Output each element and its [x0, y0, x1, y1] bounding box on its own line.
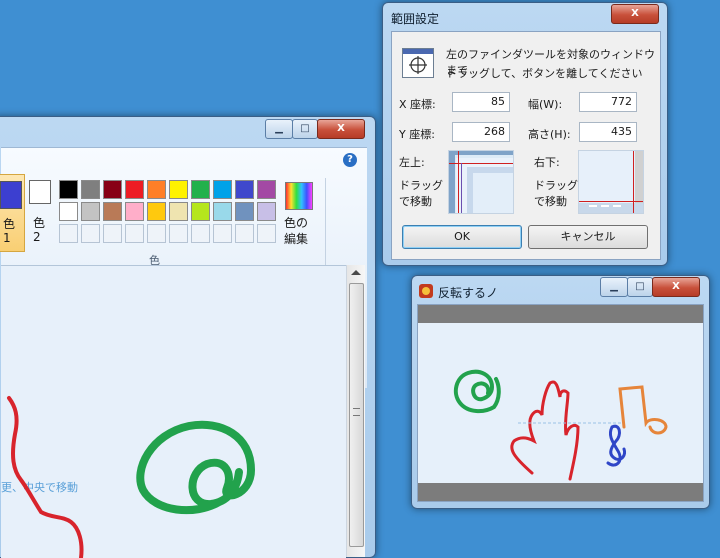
palette-color-swatch[interactable] — [191, 202, 210, 221]
flip-window-title: 反転するノ — [438, 286, 499, 300]
x-coordinate-label: X 座標: — [399, 98, 436, 111]
flip-maximize-button[interactable]: □ — [627, 277, 653, 297]
palette-color-swatch[interactable] — [59, 180, 78, 199]
color2-swatch — [29, 180, 51, 204]
custom-color-slot[interactable] — [147, 224, 166, 243]
flip-app-icon — [419, 284, 433, 298]
palette-color-swatch[interactable] — [213, 180, 232, 199]
palette-color-swatch[interactable] — [81, 202, 100, 221]
palette-color-swatch[interactable] — [235, 180, 254, 199]
width-label: 幅(W): — [528, 98, 563, 111]
instruction-line2: ドラッグして、ボタンを離してください — [446, 67, 643, 80]
flip-minimize-button[interactable]: ▁ — [600, 277, 628, 297]
top-left-drag-line2: で移動 — [399, 195, 432, 208]
palette-color-swatch[interactable] — [103, 180, 122, 199]
edit-colors-button[interactable]: 色の 編集 — [281, 180, 317, 252]
scroll-thumb[interactable] — [349, 283, 364, 547]
palette-color-swatch[interactable] — [257, 180, 276, 199]
flip-preview-window: 反転するノ ▁ □ X — [411, 275, 710, 509]
palette-color-swatch[interactable] — [213, 202, 232, 221]
palette-color-swatch[interactable] — [169, 180, 188, 199]
scroll-grip-icon — [353, 408, 360, 416]
palette-color-swatch[interactable] — [191, 180, 210, 199]
ok-button[interactable]: OK — [402, 225, 522, 249]
top-left-frame-corner — [449, 151, 513, 213]
top-left-label: 左上: — [399, 156, 425, 169]
edit-colors-label-line1: 色の — [284, 216, 309, 230]
top-left-preview[interactable] — [448, 150, 514, 214]
x-coordinate-input[interactable]: 85 — [452, 92, 510, 112]
flipped-red-hand — [510, 380, 580, 481]
flipped-drawing — [453, 369, 668, 481]
scroll-up-arrow-icon[interactable] — [351, 270, 361, 275]
palette-color-swatch[interactable] — [257, 202, 276, 221]
finder-tool-icon[interactable] — [402, 48, 434, 78]
flip-bottom-bar — [418, 483, 703, 501]
bottom-right-drag-line2: で移動 — [534, 195, 567, 208]
y-coordinate-label: Y 座標: — [399, 128, 435, 141]
color1-number: 1 — [3, 231, 11, 245]
flipped-blue-clef — [606, 424, 626, 467]
custom-color-slot[interactable] — [169, 224, 188, 243]
paint-maximize-button[interactable]: □ — [292, 119, 318, 139]
paint-vertical-scrollbar[interactable] — [346, 265, 365, 557]
bottom-right-preview[interactable] — [578, 150, 644, 214]
palette-color-swatch[interactable] — [147, 180, 166, 199]
dialog-title: 範囲設定 — [391, 12, 440, 26]
paint-minimize-button[interactable]: ▁ — [265, 119, 293, 139]
paint-window: ▁ □ X ? 色 1 色 2 色の 編集 色 更、中央で移動 — [0, 116, 376, 558]
dialog-close-button[interactable]: X — [611, 4, 659, 24]
palette-color-swatch[interactable] — [169, 202, 188, 221]
flip-canvas — [417, 304, 704, 502]
color1-selector[interactable]: 色 1 — [0, 174, 25, 252]
palette-color-swatch[interactable] — [235, 202, 254, 221]
paint-canvas[interactable]: 更、中央で移動 — [1, 265, 346, 558]
height-label: 高さ(H): — [528, 128, 571, 141]
color-spectrum-icon — [285, 182, 313, 210]
cancel-button[interactable]: キャンセル — [528, 225, 648, 249]
flip-top-bar — [418, 305, 703, 323]
flip-close-button[interactable]: X — [652, 277, 700, 297]
palette-color-swatch[interactable] — [59, 202, 78, 221]
color2-label: 色 — [33, 216, 46, 230]
ribbon-divider — [325, 178, 326, 272]
color2-selector[interactable]: 色 2 — [25, 174, 55, 250]
custom-color-slot[interactable] — [103, 224, 122, 243]
height-input[interactable]: 435 — [579, 122, 637, 142]
range-settings-dialog: 範囲設定 X 左のファインダツールを対象のウィンドウまで ドラッグして、ボタンを… — [382, 2, 668, 266]
color1-label: 色 — [3, 217, 16, 231]
dialog-body: 左のファインダツールを対象のウィンドウまで ドラッグして、ボタンを離してください… — [391, 31, 661, 260]
palette-color-swatch[interactable] — [125, 202, 144, 221]
bottom-right-frame-corner — [579, 151, 643, 213]
width-input[interactable]: 772 — [579, 92, 637, 112]
top-left-drag-line1: ドラッグ — [399, 179, 443, 192]
help-icon[interactable]: ? — [343, 153, 357, 167]
custom-color-slot[interactable] — [81, 224, 100, 243]
green-at-symbol — [136, 420, 255, 515]
flipped-green-at — [453, 369, 501, 414]
color1-swatch — [0, 181, 22, 209]
color2-number: 2 — [33, 230, 41, 244]
crosshair-icon — [409, 56, 427, 74]
custom-color-slot[interactable] — [213, 224, 232, 243]
bottom-right-label: 右下: — [534, 156, 560, 169]
paint-close-button[interactable]: X — [317, 119, 365, 139]
custom-color-slot[interactable] — [235, 224, 254, 243]
palette-color-swatch[interactable] — [103, 202, 122, 221]
custom-color-slot[interactable] — [125, 224, 144, 243]
red-hand-stroke — [7, 396, 84, 558]
edit-colors-label-line2: 編集 — [284, 232, 309, 246]
bottom-right-drag-line1: ドラッグ — [534, 179, 578, 192]
palette-color-swatch[interactable] — [81, 180, 100, 199]
flipped-orange-note — [618, 385, 668, 435]
canvas-drawing — [7, 396, 255, 558]
custom-color-slot[interactable] — [191, 224, 210, 243]
y-coordinate-input[interactable]: 268 — [452, 122, 510, 142]
palette-color-swatch[interactable] — [147, 202, 166, 221]
palette-color-swatch[interactable] — [125, 180, 144, 199]
custom-color-slot[interactable] — [59, 224, 78, 243]
custom-color-slot[interactable] — [257, 224, 276, 243]
